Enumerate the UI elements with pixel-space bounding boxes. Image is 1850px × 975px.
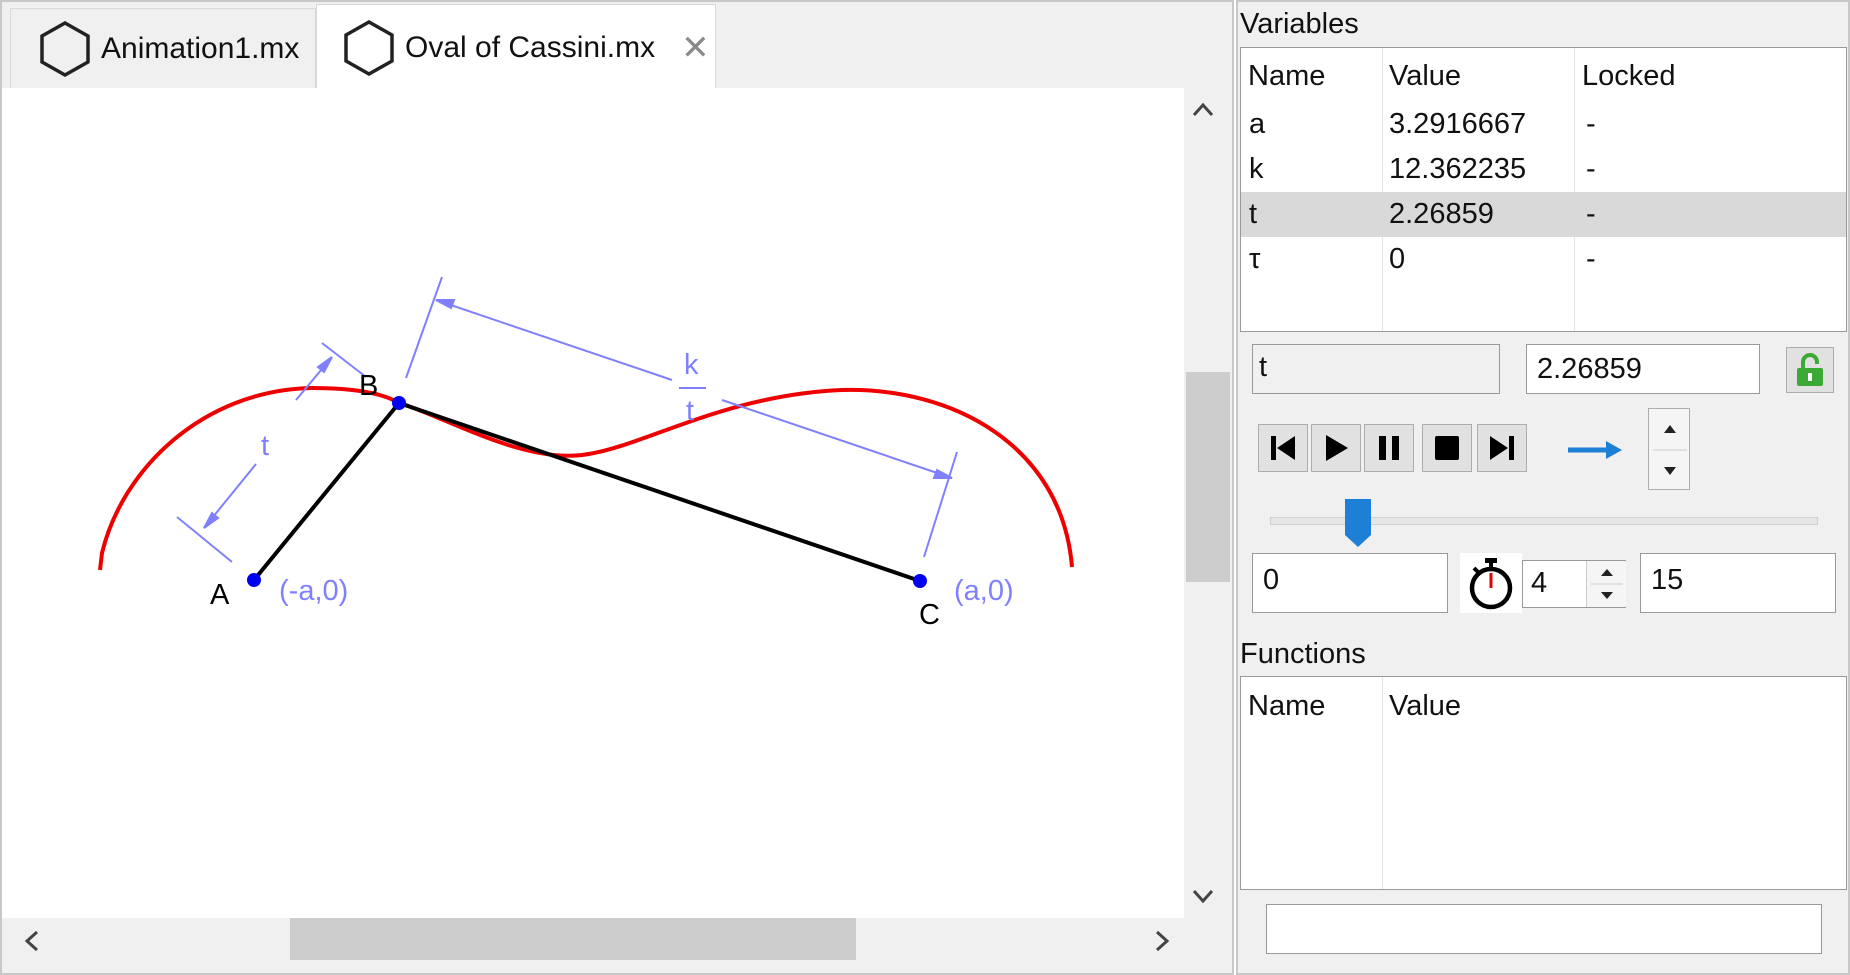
animation-end-field[interactable]: 15	[1640, 553, 1836, 613]
scroll-right-icon[interactable]	[1152, 928, 1172, 954]
spinner-arrows-icon	[1591, 569, 1623, 599]
functions-title: Functions	[1240, 638, 1366, 670]
scroll-down-icon[interactable]	[1190, 886, 1216, 906]
lock-toggle-button[interactable]	[1786, 347, 1834, 393]
direction-spinner[interactable]	[1648, 408, 1690, 490]
stopwatch-icon	[1460, 553, 1522, 613]
variable-locked: -	[1586, 243, 1596, 275]
variable-locked: -	[1586, 108, 1596, 140]
functions-header-name[interactable]: Name	[1248, 690, 1325, 723]
play-icon	[1326, 435, 1348, 461]
pause-icon	[1379, 436, 1399, 460]
column-divider	[1382, 677, 1383, 889]
spinner-arrows-icon	[1653, 425, 1687, 475]
variable-value: 0	[1389, 243, 1406, 275]
tab-label: Oval of Cassini.mx	[405, 30, 656, 64]
variable-value-field[interactable]: 2.26859	[1526, 344, 1760, 394]
variable-row-t[interactable]: t 2.26859 -	[1241, 192, 1846, 237]
close-icon[interactable]: ✕	[681, 28, 710, 68]
play-button[interactable]	[1311, 424, 1361, 472]
stop-icon	[1435, 436, 1459, 460]
variable-locked: -	[1586, 153, 1596, 185]
coord-c-label: (a,0)	[954, 575, 1014, 607]
function-input-field[interactable]	[1266, 904, 1822, 954]
speed-spinner[interactable]	[1586, 561, 1626, 607]
time-slider-thumb[interactable]	[1343, 497, 1373, 549]
point-b-marker[interactable]	[392, 396, 406, 410]
scroll-corner	[1184, 918, 1232, 970]
variables-title: Variables	[1240, 8, 1359, 40]
tab-oval-of-cassini[interactable]: Oval of Cassini.mx ✕	[316, 4, 716, 90]
point-c-marker[interactable]	[913, 574, 927, 588]
variable-value: 2.26859	[1389, 198, 1494, 230]
coord-a-label: (-a,0)	[279, 575, 348, 607]
tab-label: Animation1.mx	[101, 31, 300, 65]
tab-animation1[interactable]: Animation1.mx	[10, 8, 316, 88]
skip-to-end-button[interactable]	[1477, 424, 1527, 472]
skip-to-start-icon	[1271, 436, 1295, 460]
point-b-label: B	[359, 370, 378, 402]
stop-button[interactable]	[1422, 424, 1472, 472]
segment-ab	[252, 401, 401, 582]
unlocked-padlock-icon	[1797, 353, 1823, 386]
header-locked[interactable]: Locked	[1582, 60, 1676, 93]
segment-bc	[398, 401, 921, 583]
functions-table	[1240, 676, 1847, 890]
scroll-up-icon[interactable]	[1190, 100, 1216, 120]
variable-name: τ	[1249, 243, 1261, 275]
horizontal-scroll-thumb[interactable]	[290, 918, 856, 960]
skip-to-end-icon	[1490, 436, 1514, 460]
functions-header-value[interactable]: Value	[1389, 690, 1461, 723]
variable-name: t	[1249, 198, 1258, 230]
hexagon-icon	[344, 19, 394, 76]
fraction-denominator: t	[686, 395, 694, 427]
scroll-left-icon[interactable]	[22, 928, 42, 954]
animation-start-field[interactable]: 0	[1252, 553, 1448, 613]
dimension-t	[176, 342, 367, 563]
point-a-label: A	[210, 579, 230, 611]
hexagon-icon	[40, 20, 90, 77]
variable-row-k[interactable]: k 12.362235 -	[1241, 147, 1846, 192]
point-a-marker[interactable]	[247, 573, 261, 587]
header-name[interactable]: Name	[1248, 60, 1325, 93]
dimension-t-label: t	[261, 430, 269, 462]
variable-row-tau[interactable]: τ 0 -	[1241, 237, 1846, 282]
cassini-curve	[98, 385, 1074, 571]
drawing-canvas[interactable]: A B C (-a,0) (a,0) t k t	[2, 88, 1184, 918]
variable-name: k	[1249, 153, 1264, 185]
dimension-k-over-t	[405, 276, 958, 558]
point-c-label: C	[919, 599, 940, 631]
variable-name-field[interactable]: t	[1252, 344, 1500, 394]
fraction-numerator: k	[684, 349, 699, 381]
variable-row-a[interactable]: a 3.2916667 -	[1241, 102, 1846, 147]
header-value[interactable]: Value	[1389, 60, 1461, 93]
variable-value: 12.362235	[1389, 153, 1527, 185]
variable-locked: -	[1586, 198, 1596, 230]
variable-name: a	[1249, 108, 1266, 140]
arrow-right-icon[interactable]	[1566, 438, 1624, 462]
skip-to-start-button[interactable]	[1258, 424, 1308, 472]
pause-button[interactable]	[1364, 424, 1414, 472]
variable-value: 3.2916667	[1389, 108, 1527, 140]
vertical-scroll-thumb[interactable]	[1186, 372, 1230, 582]
